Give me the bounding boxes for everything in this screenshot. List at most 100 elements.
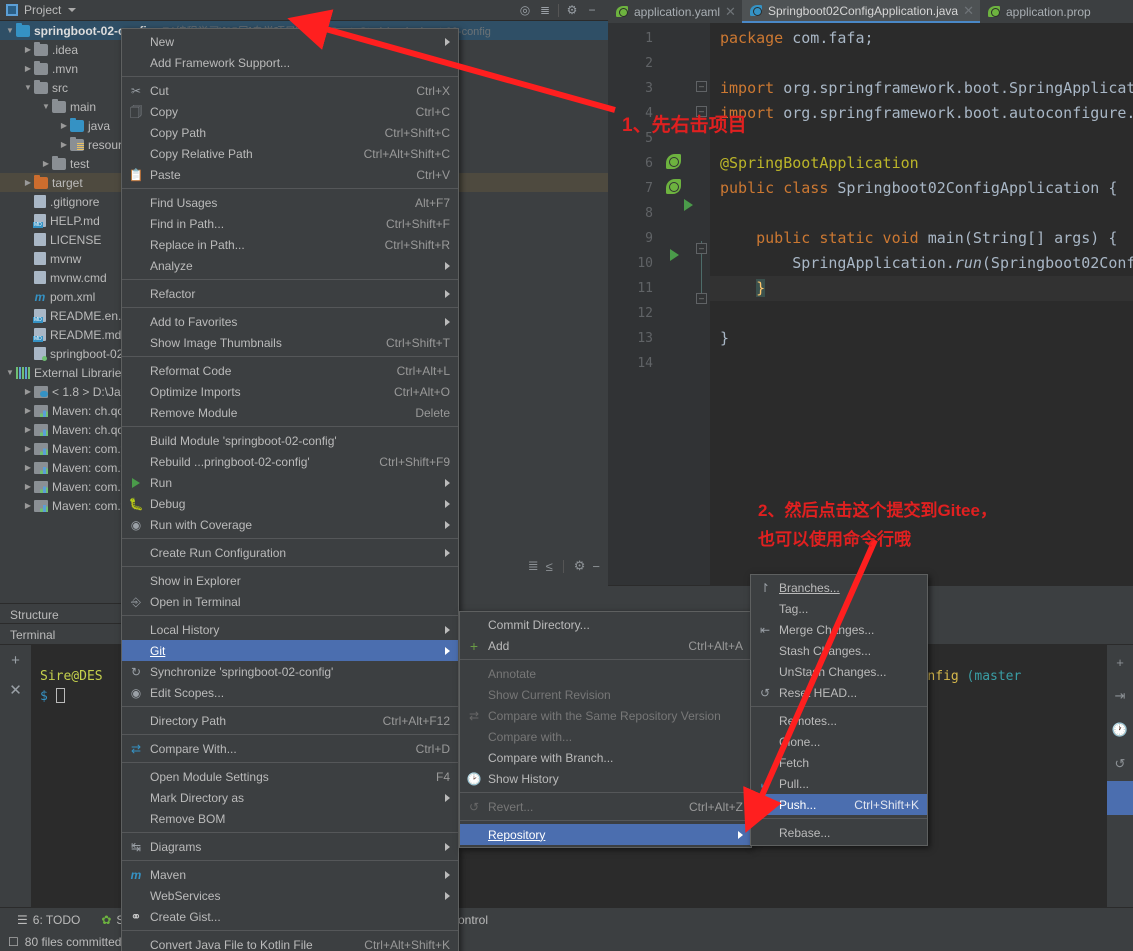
plus-icon[interactable]: + bbox=[1107, 645, 1133, 679]
menu-item-directory-path[interactable]: Directory Path Ctrl+Alt+F12 bbox=[122, 710, 458, 731]
fold-region-icon[interactable]: – bbox=[696, 293, 707, 304]
menu-item-run-with-coverage[interactable]: ◉ Run with Coverage bbox=[122, 514, 458, 535]
close-icon[interactable]: ✕ bbox=[725, 4, 736, 20]
menu-item-repository[interactable]: Repository bbox=[460, 824, 751, 845]
plus-icon[interactable]: + bbox=[0, 645, 31, 675]
editor-tab-application-properties[interactable]: application.prop bbox=[980, 0, 1097, 23]
collapse-arrow-icon[interactable]: ▶ bbox=[22, 406, 34, 415]
menu-item-run[interactable]: Run bbox=[122, 472, 458, 493]
menu-item-tag[interactable]: Tag... bbox=[751, 598, 927, 619]
menu-item-analyze[interactable]: Analyze bbox=[122, 255, 458, 276]
menu-item-merge-changes[interactable]: ⇤ Merge Changes... bbox=[751, 619, 927, 640]
expand-all-icon[interactable]: ≣ bbox=[528, 558, 539, 574]
menu-item-remotes[interactable]: Remotes... bbox=[751, 710, 927, 731]
menu-item-find-usages[interactable]: Find Usages Alt+F7 bbox=[122, 192, 458, 213]
menu-item-copy[interactable]: 🗍 Copy Ctrl+C bbox=[122, 101, 458, 122]
menu-item-find-in-path[interactable]: Find in Path... Ctrl+Shift+F bbox=[122, 213, 458, 234]
expand-arrow-icon[interactable]: ▼ bbox=[22, 83, 34, 92]
project-context-menu[interactable]: New Add Framework Support... ✂ Cut Ctrl+X … bbox=[121, 28, 459, 951]
close-icon[interactable]: ✕ bbox=[963, 3, 974, 19]
clock-icon[interactable]: 🕐 bbox=[1107, 713, 1133, 747]
menu-item-show-history[interactable]: 🕑 Show History bbox=[460, 768, 751, 789]
menu-item-show-in-explorer[interactable]: Show in Explorer bbox=[122, 570, 458, 591]
locate-icon[interactable]: ◎ bbox=[515, 1, 535, 19]
menu-item-branches[interactable]: ↾ Branches... bbox=[751, 577, 927, 598]
menu-item-edit-scopes[interactable]: ◉ Edit Scopes... bbox=[122, 682, 458, 703]
editor-gutter-icons[interactable] bbox=[660, 23, 694, 585]
collapse-all-icon[interactable]: ≤ bbox=[546, 559, 553, 574]
run-gutter-icon[interactable] bbox=[684, 199, 693, 211]
menu-item-debug[interactable]: 🐛 Debug bbox=[122, 493, 458, 514]
editor-tab-application-yaml[interactable]: application.yaml ✕ bbox=[608, 0, 742, 23]
statusbar-tab-todo[interactable]: ☰ 6: TODO bbox=[8, 909, 89, 931]
collapse-arrow-icon[interactable]: ▶ bbox=[22, 425, 34, 434]
menu-item-create-gist[interactable]: ⚭ Create Gist... bbox=[122, 906, 458, 927]
menu-item-git[interactable]: Git bbox=[122, 640, 458, 661]
collapse-arrow-icon[interactable]: ▶ bbox=[58, 121, 70, 130]
gear-icon[interactable]: ⚙ bbox=[562, 1, 582, 19]
editor-fold-gutter[interactable]: – – – – bbox=[694, 23, 710, 585]
editor-tab-springboot02configapplication-java[interactable]: Springboot02ConfigApplication.java ✕ bbox=[741, 0, 980, 23]
spring-config-gutter-icon[interactable] bbox=[666, 179, 681, 194]
menu-item-open-in-terminal[interactable]: ⎆ Open in Terminal bbox=[122, 591, 458, 612]
collapse-icon[interactable]: ⇥ bbox=[1107, 679, 1133, 713]
git-submenu[interactable]: Commit Directory... + Add Ctrl+Alt+A Annot… bbox=[459, 611, 752, 848]
menu-item-optimize-imports[interactable]: Optimize Imports Ctrl+Alt+O bbox=[122, 381, 458, 402]
fold-region-icon[interactable]: – bbox=[696, 81, 707, 92]
revert-icon[interactable]: ↺ bbox=[1107, 747, 1133, 781]
menu-item-convert-java-to-kotlin[interactable]: Convert Java File to Kotlin File Ctrl+Alt… bbox=[122, 934, 458, 951]
collapse-arrow-icon[interactable]: ▶ bbox=[40, 159, 52, 168]
menu-item-maven[interactable]: m Maven bbox=[122, 864, 458, 885]
menu-item-create-run-configuration[interactable]: Create Run Configuration bbox=[122, 542, 458, 563]
collapse-all-icon[interactable]: ≣ bbox=[535, 1, 555, 19]
run-method-gutter-icon[interactable] bbox=[670, 249, 679, 261]
repository-submenu[interactable]: ↾ Branches... Tag... ⇤ Merge Changes... St… bbox=[750, 574, 928, 846]
menu-item-copy-path[interactable]: Copy Path Ctrl+Shift+C bbox=[122, 122, 458, 143]
menu-item-refactor[interactable]: Refactor bbox=[122, 283, 458, 304]
menu-item-mark-directory-as[interactable]: Mark Directory as bbox=[122, 787, 458, 808]
menu-item-unstash-changes[interactable]: UnStash Changes... bbox=[751, 661, 927, 682]
expand-arrow-icon[interactable]: ▼ bbox=[4, 368, 16, 377]
menu-item-remove-module[interactable]: Remove Module Delete bbox=[122, 402, 458, 423]
menu-item-remove-bom[interactable]: Remove BOM bbox=[122, 808, 458, 829]
collapse-arrow-icon[interactable]: ▶ bbox=[22, 463, 34, 472]
menu-item-compare-with[interactable]: ⇄ Compare With... Ctrl+D bbox=[122, 738, 458, 759]
expand-arrow-icon[interactable]: ▼ bbox=[4, 26, 16, 35]
gear-icon[interactable]: ⚙ bbox=[574, 558, 586, 574]
collapse-arrow-icon[interactable]: ▶ bbox=[22, 64, 34, 73]
menu-item-rebase[interactable]: Rebase... bbox=[751, 822, 927, 843]
menu-item-add-framework-support[interactable]: Add Framework Support... bbox=[122, 52, 458, 73]
menu-item-rebuild-module[interactable]: Rebuild ...pringboot-02-config' Ctrl+Shif… bbox=[122, 451, 458, 472]
menu-item-add[interactable]: + Add Ctrl+Alt+A bbox=[460, 635, 751, 656]
minimize-icon[interactable]: − bbox=[582, 1, 602, 19]
menu-item-replace-in-path[interactable]: Replace in Path... Ctrl+Shift+R bbox=[122, 234, 458, 255]
menu-item-reformat-code[interactable]: Reformat Code Ctrl+Alt+L bbox=[122, 360, 458, 381]
minimize-icon[interactable]: − bbox=[592, 559, 600, 574]
fold-region-icon[interactable]: – bbox=[696, 243, 707, 254]
menu-item-commit-directory[interactable]: Commit Directory... bbox=[460, 614, 751, 635]
menu-item-open-module-settings[interactable]: Open Module Settings F4 bbox=[122, 766, 458, 787]
collapse-arrow-icon[interactable]: ▶ bbox=[22, 45, 34, 54]
menu-item-local-history[interactable]: Local History bbox=[122, 619, 458, 640]
menu-item-reset-head[interactable]: ↺ Reset HEAD... bbox=[751, 682, 927, 703]
menu-item-clone[interactable]: Clone... bbox=[751, 731, 927, 752]
menu-item-new[interactable]: New bbox=[122, 31, 458, 52]
menu-item-show-image-thumbnails[interactable]: Show Image Thumbnails Ctrl+Shift+T bbox=[122, 332, 458, 353]
menu-item-paste[interactable]: 📋 Paste Ctrl+V bbox=[122, 164, 458, 185]
collapse-arrow-icon[interactable]: ▶ bbox=[22, 178, 34, 187]
chevron-down-icon[interactable] bbox=[68, 8, 77, 12]
collapse-arrow-icon[interactable]: ▶ bbox=[22, 444, 34, 453]
menu-item-compare-with-branch[interactable]: Compare with Branch... bbox=[460, 747, 751, 768]
collapse-arrow-icon[interactable]: ▶ bbox=[22, 387, 34, 396]
menu-item-push[interactable]: ↗ Push... Ctrl+Shift+K bbox=[751, 794, 927, 815]
close-icon[interactable]: ✕ bbox=[0, 675, 31, 705]
menu-item-add-to-favorites[interactable]: Add to Favorites bbox=[122, 311, 458, 332]
expand-arrow-icon[interactable]: ▼ bbox=[40, 102, 52, 111]
menu-item-fetch[interactable]: Fetch bbox=[751, 752, 927, 773]
menu-item-stash-changes[interactable]: Stash Changes... bbox=[751, 640, 927, 661]
collapse-arrow-icon[interactable]: ▶ bbox=[22, 482, 34, 491]
menu-item-synchronize[interactable]: ↻ Synchronize 'springboot-02-config' bbox=[122, 661, 458, 682]
menu-item-diagrams[interactable]: ↹ Diagrams bbox=[122, 836, 458, 857]
menu-item-webservices[interactable]: WebServices bbox=[122, 885, 458, 906]
collapse-arrow-icon[interactable]: ▶ bbox=[58, 140, 70, 149]
